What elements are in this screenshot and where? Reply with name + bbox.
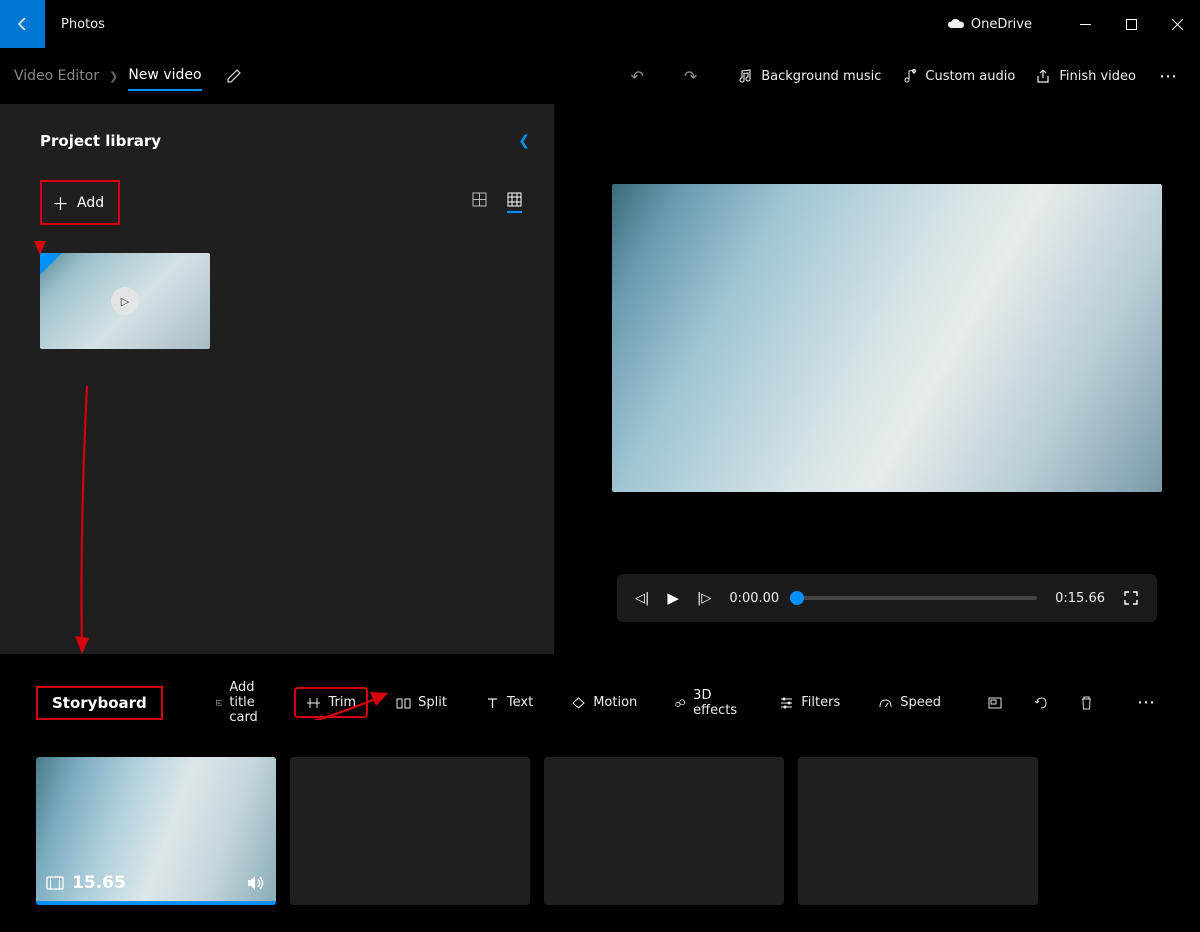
text-button[interactable]: Text	[475, 689, 543, 716]
delete-button[interactable]	[1079, 695, 1094, 711]
cloud-icon	[947, 18, 965, 30]
background-music-button[interactable]: Background music	[727, 62, 891, 90]
motion-label: Motion	[593, 695, 637, 710]
storyboard-title: Storyboard	[36, 686, 163, 720]
export-icon	[1035, 68, 1051, 84]
breadcrumb-project[interactable]: New video	[128, 67, 201, 91]
editor-toolbar: Video Editor ❯ New video ↶ ↷ Background …	[0, 48, 1200, 104]
fullscreen-button[interactable]	[1123, 590, 1139, 606]
add-title-card-button[interactable]: Add title card	[206, 674, 276, 731]
redo-button[interactable]: ↷	[684, 67, 697, 86]
effects-3d-icon	[675, 696, 686, 710]
breadcrumb: Video Editor ❯ New video	[14, 61, 242, 91]
trim-icon	[306, 696, 321, 710]
speed-icon	[878, 696, 893, 710]
storyboard-panel: Storyboard Add title card Trim Split Tex…	[0, 654, 1200, 905]
aspect-ratio-button[interactable]	[987, 695, 1003, 711]
clip-duration: 15.65	[72, 873, 126, 893]
add-media-button[interactable]: ＋ Add	[40, 180, 120, 225]
view-small-grid-button[interactable]	[507, 192, 522, 213]
filters-label: Filters	[801, 695, 840, 710]
finish-video-label: Finish video	[1059, 69, 1136, 84]
add-label: Add	[77, 195, 104, 211]
custom-audio-label: Custom audio	[925, 69, 1015, 84]
duration-icon	[46, 875, 64, 891]
undo-button[interactable]: ↶	[630, 67, 643, 86]
edit-name-button[interactable]	[226, 68, 242, 84]
text-icon	[485, 696, 500, 710]
speed-button[interactable]: Speed	[868, 689, 951, 716]
collapse-library-button[interactable]: ❮	[518, 133, 530, 149]
storyboard-empty-slot[interactable]	[290, 757, 530, 905]
finish-video-button[interactable]: Finish video	[1025, 62, 1146, 90]
filters-button[interactable]: Filters	[769, 689, 850, 716]
trim-label: Trim	[328, 695, 356, 710]
3d-effects-button[interactable]: 3D effects	[665, 682, 751, 724]
storyboard-clip[interactable]: 15.65	[36, 757, 276, 905]
window-controls	[1062, 0, 1200, 48]
video-preview[interactable]	[612, 184, 1162, 492]
storyboard-clips: 15.65	[36, 757, 1164, 905]
app-title: Photos	[61, 17, 105, 32]
player-controls: ◁| ▶ |▷ 0:00.00 0:15.66	[617, 574, 1157, 622]
more-options-button[interactable]: ⋯	[1152, 66, 1186, 87]
music-icon	[737, 68, 753, 84]
main-area: Project library ❮ ＋ Add ▷ ◁|	[0, 104, 1200, 654]
title-bar: Photos OneDrive	[0, 0, 1200, 48]
background-music-label: Background music	[761, 69, 881, 84]
split-button[interactable]: Split	[386, 689, 457, 716]
seek-track[interactable]	[797, 596, 1037, 600]
storyboard-empty-slot[interactable]	[544, 757, 784, 905]
title-card-icon	[216, 696, 222, 710]
preview-panel: ◁| ▶ |▷ 0:00.00 0:15.66	[554, 104, 1200, 654]
motion-icon	[571, 696, 586, 710]
plus-icon: ＋	[52, 190, 69, 215]
library-title: Project library	[40, 132, 161, 150]
chevron-right-icon: ❯	[109, 70, 118, 83]
split-label: Split	[418, 695, 447, 710]
storyboard-empty-slot[interactable]	[798, 757, 1038, 905]
trim-button[interactable]: Trim	[294, 687, 368, 718]
audio-icon	[901, 68, 917, 84]
clip-volume-icon[interactable]	[246, 874, 266, 892]
3d-effects-label: 3D effects	[693, 688, 741, 718]
rotate-button[interactable]	[1033, 695, 1049, 711]
close-button[interactable]	[1154, 0, 1200, 48]
custom-audio-button[interactable]: Custom audio	[891, 62, 1025, 90]
project-library-panel: Project library ❮ ＋ Add ▷	[0, 104, 554, 654]
play-overlay-icon: ▷	[111, 287, 139, 315]
view-large-grid-button[interactable]	[472, 192, 487, 213]
add-title-card-label: Add title card	[229, 680, 266, 725]
maximize-button[interactable]	[1108, 0, 1154, 48]
filters-icon	[779, 696, 794, 710]
selected-corner-icon	[40, 253, 62, 275]
library-video-thumbnail[interactable]: ▷	[40, 253, 210, 349]
split-icon	[396, 696, 411, 710]
speed-label: Speed	[900, 695, 941, 710]
onedrive-label: OneDrive	[971, 17, 1032, 32]
total-time: 0:15.66	[1055, 591, 1105, 606]
seek-handle[interactable]	[790, 591, 804, 605]
onedrive-button[interactable]: OneDrive	[947, 17, 1032, 32]
storyboard-more-button[interactable]: ⋯	[1130, 692, 1164, 713]
minimize-button[interactable]	[1062, 0, 1108, 48]
play-button[interactable]: ▶	[667, 589, 679, 607]
text-label: Text	[507, 695, 533, 710]
motion-button[interactable]: Motion	[561, 689, 647, 716]
prev-frame-button[interactable]: ◁|	[635, 591, 649, 606]
back-button[interactable]	[0, 0, 45, 48]
next-frame-button[interactable]: |▷	[697, 591, 711, 606]
current-time: 0:00.00	[729, 591, 779, 606]
breadcrumb-root[interactable]: Video Editor	[14, 68, 99, 84]
